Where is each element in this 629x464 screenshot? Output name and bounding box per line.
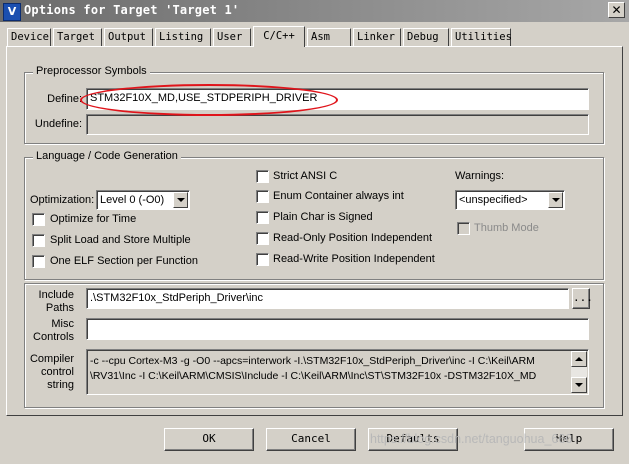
- one-elf-section-checkbox[interactable]: [32, 255, 45, 268]
- plain-char-signed-label: Plain Char is Signed: [273, 211, 373, 223]
- warnings-label: Warnings:: [455, 170, 505, 182]
- undefine-label: Undefine:: [34, 118, 82, 130]
- optimize-for-time-checkbox[interactable]: [32, 213, 45, 226]
- include-paths-input[interactable]: .\STM32F10x_StdPeriph_Driver\inc: [86, 288, 569, 309]
- tab-target[interactable]: Target: [53, 28, 102, 46]
- include-label-line1: Include: [38, 289, 74, 301]
- tab-linker[interactable]: Linker: [353, 28, 401, 46]
- close-button[interactable]: ✕: [608, 2, 625, 18]
- include-label-line2: Paths: [45, 302, 74, 314]
- title-bar[interactable]: V Options for Target 'Target 1' ✕: [0, 0, 629, 22]
- ro-position-independent-label: Read-Only Position Independent: [273, 232, 432, 244]
- preprocessor-group-title: Preprocessor Symbols: [33, 65, 150, 77]
- tab-asm[interactable]: Asm: [307, 28, 351, 46]
- plain-char-signed-checkbox[interactable]: [256, 211, 269, 224]
- tab-listing[interactable]: Listing: [155, 28, 211, 46]
- scroll-down-icon[interactable]: [571, 377, 587, 393]
- scroll-up-icon[interactable]: [571, 351, 587, 367]
- compiler-label-line2: control: [40, 366, 74, 378]
- chevron-down-icon[interactable]: [548, 192, 563, 208]
- keil-uvision-icon: V: [3, 3, 21, 21]
- rw-position-independent-label: Read-Write Position Independent: [273, 253, 435, 265]
- strict-ansi-c-label: Strict ANSI C: [273, 170, 338, 182]
- misc-label-line2: Controls: [33, 331, 74, 343]
- split-load-store-label: Split Load and Store Multiple: [50, 234, 191, 246]
- split-load-store-checkbox[interactable]: [32, 234, 45, 247]
- window-title: Options for Target 'Target 1': [24, 3, 240, 17]
- browse-include-button[interactable]: ...: [572, 288, 593, 309]
- cancel-button[interactable]: Cancel: [266, 428, 356, 451]
- rw-position-independent-checkbox[interactable]: [256, 253, 269, 266]
- compiler-string-line2: \RV31\Inc -I C:\Keil\ARM\CMSIS\Include -…: [90, 370, 537, 382]
- tab-user[interactable]: User: [213, 28, 251, 46]
- defaults-button[interactable]: Defaults: [368, 428, 458, 451]
- thumb-mode-checkbox[interactable]: [457, 222, 470, 235]
- optimization-label: Optimization:: [30, 194, 95, 206]
- thumb-mode-label: Thumb Mode: [474, 222, 539, 234]
- warnings-value: <unspecified>: [459, 194, 528, 206]
- tab-debug[interactable]: Debug: [403, 28, 449, 46]
- enum-container-checkbox[interactable]: [256, 190, 269, 203]
- tab-c-cpp[interactable]: C/C++: [253, 26, 305, 47]
- misc-controls-input[interactable]: [86, 318, 589, 340]
- chevron-down-icon[interactable]: [173, 192, 188, 208]
- tab-output[interactable]: Output: [104, 28, 153, 46]
- compiler-label-line3: string: [47, 379, 74, 391]
- compiler-scrollbar[interactable]: [571, 351, 587, 393]
- misc-label-line1: Misc: [51, 318, 74, 330]
- define-label: Define:: [47, 93, 82, 105]
- enum-container-label: Enum Container always int: [273, 190, 404, 202]
- codegen-group-title: Language / Code Generation: [33, 150, 181, 162]
- one-elf-section-label: One ELF Section per Function: [50, 255, 198, 267]
- ro-position-independent-checkbox[interactable]: [256, 232, 269, 245]
- compiler-control-string[interactable]: -c --cpu Cortex-M3 -g -O0 --apcs=interwo…: [86, 349, 589, 395]
- strict-ansi-c-checkbox[interactable]: [256, 170, 269, 183]
- ok-button[interactable]: OK: [164, 428, 254, 451]
- warnings-select[interactable]: <unspecified>: [455, 190, 565, 210]
- optimization-value: Level 0 (-O0): [100, 194, 165, 206]
- optimization-select[interactable]: Level 0 (-O0): [96, 190, 190, 210]
- help-button[interactable]: Help: [524, 428, 614, 451]
- tab-device[interactable]: Device: [7, 28, 51, 46]
- optimize-for-time-label: Optimize for Time: [50, 213, 137, 225]
- define-input[interactable]: STM32F10X_MD,USE_STDPERIPH_DRIVER: [86, 88, 589, 110]
- compiler-label-line1: Compiler: [29, 353, 74, 365]
- tab-utilities[interactable]: Utilities: [451, 28, 512, 46]
- undefine-input[interactable]: [86, 114, 589, 135]
